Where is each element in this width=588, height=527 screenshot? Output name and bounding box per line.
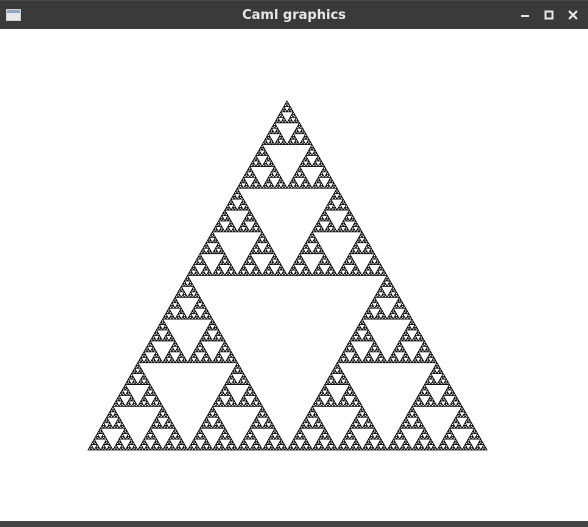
close-icon <box>568 10 578 20</box>
maximize-button[interactable] <box>541 7 557 23</box>
caml-graphics-window: Caml graphics <box>0 0 588 527</box>
title-bar[interactable]: Caml graphics <box>0 0 588 29</box>
minimize-button[interactable] <box>517 7 533 23</box>
graphics-canvas[interactable] <box>0 29 588 521</box>
window-bottom-border <box>0 521 588 527</box>
close-button[interactable] <box>565 7 581 23</box>
window-title: Caml graphics <box>242 8 346 23</box>
maximize-icon <box>544 10 554 20</box>
sierpinski-path <box>87 100 488 451</box>
sierpinski-triangle <box>87 100 488 451</box>
minimize-icon <box>521 15 529 17</box>
